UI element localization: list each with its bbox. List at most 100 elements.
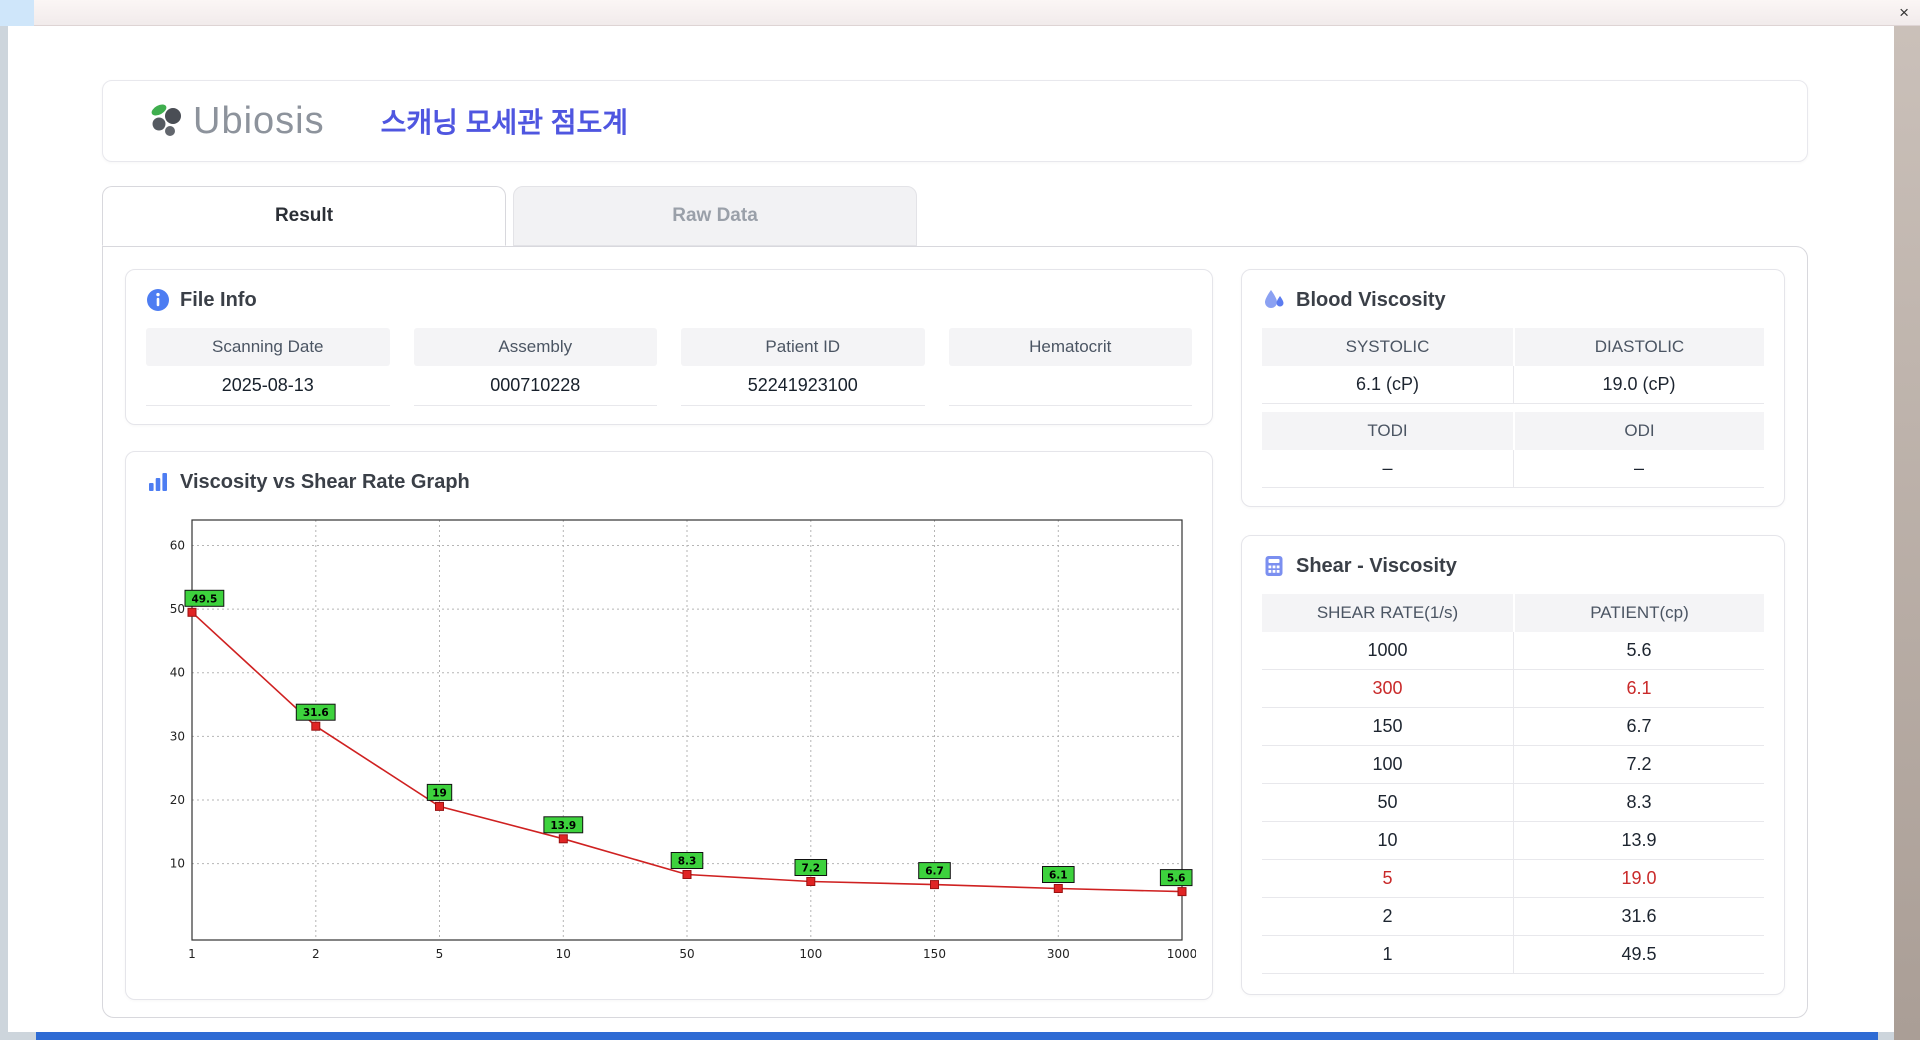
field-label: Patient ID <box>681 328 925 366</box>
patient-cell: 5.6 <box>1513 632 1764 670</box>
shear-viscosity-table: SHEAR RATE(1/s) PATIENT(cp) 1000 5.6 300… <box>1262 594 1764 974</box>
diastolic-value: 19.0 (cP) <box>1513 366 1764 404</box>
column-patient: PATIENT(cp) <box>1513 594 1764 632</box>
table-row: 50 8.3 <box>1262 784 1764 822</box>
field-scanning-date: Scanning Date 2025-08-13 <box>146 328 390 406</box>
svg-text:1000: 1000 <box>1167 947 1196 961</box>
shear-cell: 1 <box>1262 936 1513 974</box>
file-info-title-row: File Info <box>146 288 1192 312</box>
shear-cell: 1000 <box>1262 632 1513 670</box>
patient-cell: 49.5 <box>1513 936 1764 974</box>
shear-viscosity-title-row: Shear - Viscosity <box>1262 554 1764 578</box>
patient-cell: 6.1 <box>1513 670 1764 708</box>
bar-chart-icon <box>149 473 167 491</box>
svg-text:6.7: 6.7 <box>925 866 944 878</box>
table-row: 150 6.7 <box>1262 708 1764 746</box>
svg-text:20: 20 <box>170 793 185 807</box>
table-header-row: SYSTOLIC DIASTOLIC <box>1262 328 1764 366</box>
file-info-title: File Info <box>180 288 257 311</box>
field-value: 2025-08-13 <box>146 366 390 406</box>
taskbar-strip <box>36 1031 1878 1040</box>
field-patient-id: Patient ID 52241923100 <box>681 328 925 406</box>
result-panel: File Info Scanning Date 2025-08-13 Assem… <box>102 246 1808 1018</box>
tab-bar: Result Raw Data <box>102 186 1808 246</box>
shear-viscosity-title: Shear - Viscosity <box>1296 554 1457 577</box>
table-row: 100 7.2 <box>1262 746 1764 784</box>
patient-cell: 6.7 <box>1513 708 1764 746</box>
blood-viscosity-card: Blood Viscosity SYSTOLIC DIASTOLIC 6.1 (… <box>1241 269 1785 507</box>
shear-cell: 300 <box>1262 670 1513 708</box>
svg-text:5.6: 5.6 <box>1167 873 1186 885</box>
svg-text:40: 40 <box>170 666 185 680</box>
svg-text:31.6: 31.6 <box>303 707 329 719</box>
table-header-row: SHEAR RATE(1/s) PATIENT(cp) <box>1262 594 1764 632</box>
svg-text:2: 2 <box>312 947 320 961</box>
header-systolic: SYSTOLIC <box>1262 328 1513 366</box>
field-assembly: Assembly 000710228 <box>413 328 657 406</box>
calculator-icon <box>1265 556 1283 576</box>
right-column: Blood Viscosity SYSTOLIC DIASTOLIC 6.1 (… <box>1241 269 1785 995</box>
table-header-row: TODI ODI <box>1262 412 1764 450</box>
todi-value: – <box>1262 450 1513 488</box>
shear-viscosity-card: Shear - Viscosity SHEAR RATE(1/s) PATIEN… <box>1241 535 1785 995</box>
desktop-edge <box>1894 26 1920 1040</box>
field-label: Assembly <box>413 328 657 366</box>
header-todi: TODI <box>1262 412 1513 450</box>
header-card: Ubiosis 스캐닝 모세관 점도계 <box>102 80 1808 162</box>
window-titlebar: × <box>0 0 1920 26</box>
table-row: 5 19.0 <box>1262 860 1764 898</box>
droplet-icon <box>1265 290 1284 308</box>
patient-cell: 8.3 <box>1513 784 1764 822</box>
field-hematocrit: Hematocrit <box>948 328 1192 406</box>
svg-text:8.3: 8.3 <box>678 856 697 868</box>
field-value: 000710228 <box>413 366 657 406</box>
systolic-value: 6.1 (cP) <box>1262 366 1513 404</box>
svg-text:6.1: 6.1 <box>1049 870 1068 882</box>
svg-text:19: 19 <box>432 787 447 799</box>
blood-viscosity-title: Blood Viscosity <box>1296 288 1446 311</box>
svg-text:10: 10 <box>170 857 185 871</box>
svg-text:50: 50 <box>170 602 185 616</box>
table-row: 300 6.1 <box>1262 670 1764 708</box>
svg-text:60: 60 <box>170 539 185 553</box>
svg-text:49.5: 49.5 <box>191 593 217 605</box>
patient-cell: 7.2 <box>1513 746 1764 784</box>
blood-viscosity-table: SYSTOLIC DIASTOLIC 6.1 (cP) 19.0 (cP) TO… <box>1262 328 1764 488</box>
table-row: 10 13.9 <box>1262 822 1764 860</box>
brand-name: Ubiosis <box>193 99 325 142</box>
table-row: – – <box>1262 450 1764 488</box>
close-button[interactable]: × <box>1899 2 1909 24</box>
file-info-fields: Scanning Date 2025-08-13 Assembly 000710… <box>146 328 1192 406</box>
shear-cell: 5 <box>1262 860 1513 898</box>
app-title: 스캐닝 모세관 점도계 <box>380 107 629 138</box>
shear-cell: 10 <box>1262 822 1513 860</box>
graph-title: Viscosity vs Shear Rate Graph <box>180 470 470 493</box>
table-row: 1 49.5 <box>1262 936 1764 974</box>
header-diastolic: DIASTOLIC <box>1513 328 1764 366</box>
svg-text:7.2: 7.2 <box>801 863 820 875</box>
table-row: 2 31.6 <box>1262 898 1764 936</box>
svg-text:50: 50 <box>679 947 694 961</box>
blood-viscosity-title-row: Blood Viscosity <box>1262 288 1764 312</box>
svg-text:10: 10 <box>556 947 571 961</box>
shear-cell: 100 <box>1262 746 1513 784</box>
app-window: Ubiosis 스캐닝 모세관 점도계 Result Raw Data File… <box>8 26 1894 1032</box>
field-label: Scanning Date <box>146 328 390 366</box>
tab-result[interactable]: Result <box>102 186 506 246</box>
odi-value: – <box>1513 450 1764 488</box>
patient-cell: 31.6 <box>1513 898 1764 936</box>
shear-cell: 50 <box>1262 784 1513 822</box>
svg-text:1: 1 <box>188 947 196 961</box>
table-row: 6.1 (cP) 19.0 (cP) <box>1262 366 1764 404</box>
svg-text:5: 5 <box>436 947 444 961</box>
tab-result-label: Result <box>274 205 334 226</box>
left-column: File Info Scanning Date 2025-08-13 Assem… <box>125 269 1213 1000</box>
tab-raw-data[interactable]: Raw Data <box>513 186 917 246</box>
table-row: 1000 5.6 <box>1262 632 1764 670</box>
shear-cell: 150 <box>1262 708 1513 746</box>
graph-title-row: Viscosity vs Shear Rate Graph <box>146 470 1192 494</box>
svg-text:150: 150 <box>923 947 946 961</box>
svg-text:300: 300 <box>1047 947 1070 961</box>
graph-card: Viscosity vs Shear Rate Graph 10 20 30 40 50… <box>125 451 1213 1000</box>
